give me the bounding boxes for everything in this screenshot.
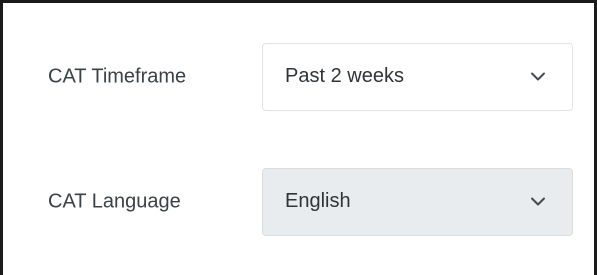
chevron-down-icon [531,197,545,206]
language-selected-value: English [285,190,351,213]
settings-panel: CAT Timeframe Past 2 weeks CAT Language … [0,0,597,275]
language-select[interactable]: English [262,168,573,236]
timeframe-selected-value: Past 2 weeks [285,65,404,88]
timeframe-select[interactable]: Past 2 weeks [262,43,573,111]
timeframe-label: CAT Timeframe [48,65,187,88]
timeframe-row: CAT Timeframe Past 2 weeks [3,43,594,111]
language-label: CAT Language [48,190,181,213]
language-row: CAT Language English [3,168,594,236]
chevron-down-icon [531,72,545,81]
